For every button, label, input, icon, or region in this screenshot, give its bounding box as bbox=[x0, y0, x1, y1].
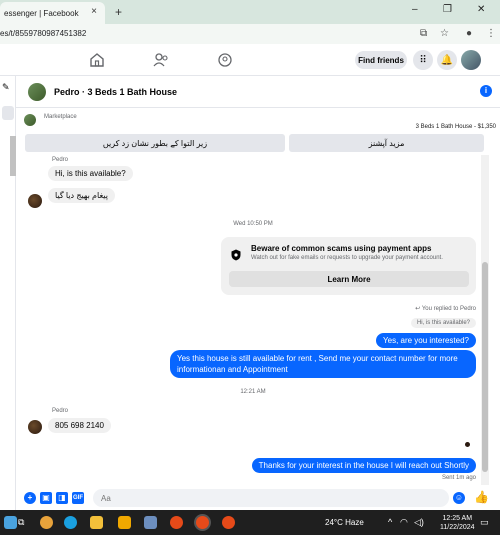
incoming-message[interactable]: Hi, is this available? bbox=[48, 166, 133, 181]
windows-taskbar: ⧉ 24°C Haze ^ ◠ ◁) 12:25 AM 11/22/2024 ▭ bbox=[0, 510, 500, 535]
incoming-message[interactable]: پیغام بھیج دیا گیا bbox=[48, 188, 115, 203]
sender-avatar[interactable] bbox=[28, 194, 42, 208]
scam-warning-description: Watch out for fake emails or requests to… bbox=[251, 255, 443, 261]
chat-title[interactable]: Pedro · 3 Beds 1 Bath House bbox=[54, 87, 177, 97]
gif-icon[interactable]: GIF bbox=[72, 492, 84, 504]
search-chats-field[interactable] bbox=[2, 106, 14, 120]
task-view-icon[interactable]: ⧉ bbox=[18, 517, 24, 528]
timestamp: 12:21 AM bbox=[240, 389, 266, 395]
listing-title[interactable]: 3 Beds 1 Bath House - $1,350 bbox=[416, 124, 496, 130]
notifications-bell-icon[interactable]: 🔔 bbox=[437, 50, 457, 70]
url-field[interactable]: es/t/8559780987451382 bbox=[0, 29, 86, 38]
conversation-area: Pedro Hi, is this available? پیغام بھیج … bbox=[16, 152, 490, 486]
chrome-icon[interactable] bbox=[196, 516, 209, 529]
seen-avatar bbox=[465, 442, 470, 447]
clock-date: 11/22/2024 bbox=[440, 524, 475, 531]
app-icon[interactable] bbox=[40, 516, 53, 529]
tab-title: essenger | Facebook bbox=[4, 8, 79, 18]
reply-indicator-text: You replied to Pedro bbox=[421, 306, 476, 312]
sent-status: Sent 1m ago bbox=[441, 475, 476, 481]
browser-tab[interactable]: essenger | Facebook × bbox=[0, 2, 105, 24]
sticker-icon[interactable]: ◨ bbox=[56, 492, 68, 504]
new-tab-button[interactable]: + bbox=[115, 5, 122, 19]
maximize-button[interactable]: ❐ bbox=[443, 4, 452, 15]
outgoing-message[interactable]: Yes, are you interested? bbox=[376, 333, 476, 348]
browser-menu-icon[interactable]: ⋮ bbox=[486, 28, 496, 39]
tab-close-icon[interactable]: × bbox=[91, 6, 97, 17]
message-composer: + ▣ ◨ GIF ☺ 👍 bbox=[16, 486, 500, 510]
listing-thumbnail[interactable] bbox=[24, 114, 36, 126]
chrome-icon[interactable] bbox=[222, 516, 235, 529]
message-input[interactable] bbox=[93, 489, 449, 507]
outgoing-message-line: informationan and Appointment bbox=[177, 365, 288, 374]
photo-icon[interactable]: ▣ bbox=[40, 492, 52, 504]
profile-icon[interactable]: ● bbox=[466, 28, 472, 39]
sender-name: Pedro bbox=[52, 157, 69, 163]
weather-widget[interactable]: 24°C Haze bbox=[325, 518, 364, 527]
timestamp: Wed 10:50 PM bbox=[233, 221, 273, 227]
learn-more-button[interactable]: Learn More bbox=[229, 271, 469, 287]
chat-avatar[interactable] bbox=[28, 83, 46, 101]
home-icon[interactable] bbox=[88, 52, 106, 68]
chat-list-collapsed: ✎ bbox=[0, 76, 16, 510]
edge-icon[interactable] bbox=[64, 516, 77, 529]
outgoing-message[interactable]: Thanks for your interest in the house I … bbox=[251, 458, 476, 473]
mark-pending-button[interactable]: زیر التوا کے بطور نشان زد کریں bbox=[25, 134, 285, 152]
menu-grid-icon[interactable]: ⠿ bbox=[413, 50, 433, 70]
minimize-button[interactable]: – bbox=[412, 4, 418, 15]
info-icon[interactable]: i bbox=[480, 85, 492, 97]
groups-icon[interactable] bbox=[216, 52, 234, 68]
incoming-message[interactable]: 805 698 2140 bbox=[48, 418, 111, 433]
chevron-up-icon[interactable]: ^ bbox=[388, 517, 392, 527]
emoji-icon[interactable]: ☺ bbox=[453, 492, 465, 504]
chat-header: Pedro · 3 Beds 1 Bath House i bbox=[16, 76, 500, 108]
install-app-icon[interactable]: ⧉ bbox=[420, 28, 427, 39]
scam-warning-title: Beware of common scams using payment app… bbox=[251, 244, 432, 253]
conversation-scrollbar-thumb[interactable] bbox=[482, 262, 488, 472]
system-clock[interactable]: 12:25 AM 11/22/2024 bbox=[440, 514, 475, 532]
reply-arrow-icon: ↩ bbox=[415, 306, 422, 312]
start-icon[interactable] bbox=[4, 516, 17, 529]
reply-indicator: ↩ You replied to Pedro bbox=[415, 305, 476, 312]
browser-tab-bar: essenger | Facebook × + – ❐ ✕ bbox=[0, 0, 500, 24]
app-icon[interactable] bbox=[118, 516, 131, 529]
friends-icon[interactable] bbox=[152, 52, 170, 68]
app-icon[interactable] bbox=[144, 516, 157, 529]
bookmark-star-icon[interactable]: ☆ bbox=[440, 28, 449, 39]
sender-avatar[interactable] bbox=[28, 420, 42, 434]
notification-center-icon[interactable]: ▭ bbox=[480, 517, 489, 528]
plus-icon[interactable]: + bbox=[24, 492, 36, 504]
more-options-button[interactable]: مزید آپشنز bbox=[289, 134, 484, 152]
network-icon[interactable]: ◠ bbox=[400, 517, 408, 528]
like-icon[interactable]: 👍 bbox=[474, 490, 489, 504]
sender-name: Pedro bbox=[52, 408, 69, 414]
close-window-button[interactable]: ✕ bbox=[477, 4, 485, 15]
file-explorer-icon[interactable] bbox=[90, 516, 103, 529]
quoted-message[interactable]: Hi, is this available? bbox=[410, 318, 476, 328]
compose-icon[interactable]: ✎ bbox=[2, 82, 10, 93]
marketplace-listing-row: Marketplace 3 Beds 1 Bath House - $1,350 bbox=[16, 108, 500, 134]
account-avatar[interactable] bbox=[461, 50, 481, 70]
scam-warning-card: Beware of common scams using payment app… bbox=[221, 237, 476, 295]
shield-icon bbox=[231, 249, 241, 261]
clock-time: 12:25 AM bbox=[442, 515, 473, 522]
chrome-icon[interactable] bbox=[170, 516, 183, 529]
find-friends-button[interactable]: Find friends bbox=[355, 51, 407, 69]
marketplace-label: Marketplace bbox=[44, 114, 77, 120]
volume-icon[interactable]: ◁) bbox=[414, 517, 424, 528]
address-bar: es/t/8559780987451382 ⧉ ☆ ● ⋮ bbox=[0, 24, 500, 44]
outgoing-message[interactable]: Yes this house is still available for re… bbox=[170, 350, 476, 378]
outgoing-message-line: Yes this house is still available for re… bbox=[177, 354, 458, 363]
